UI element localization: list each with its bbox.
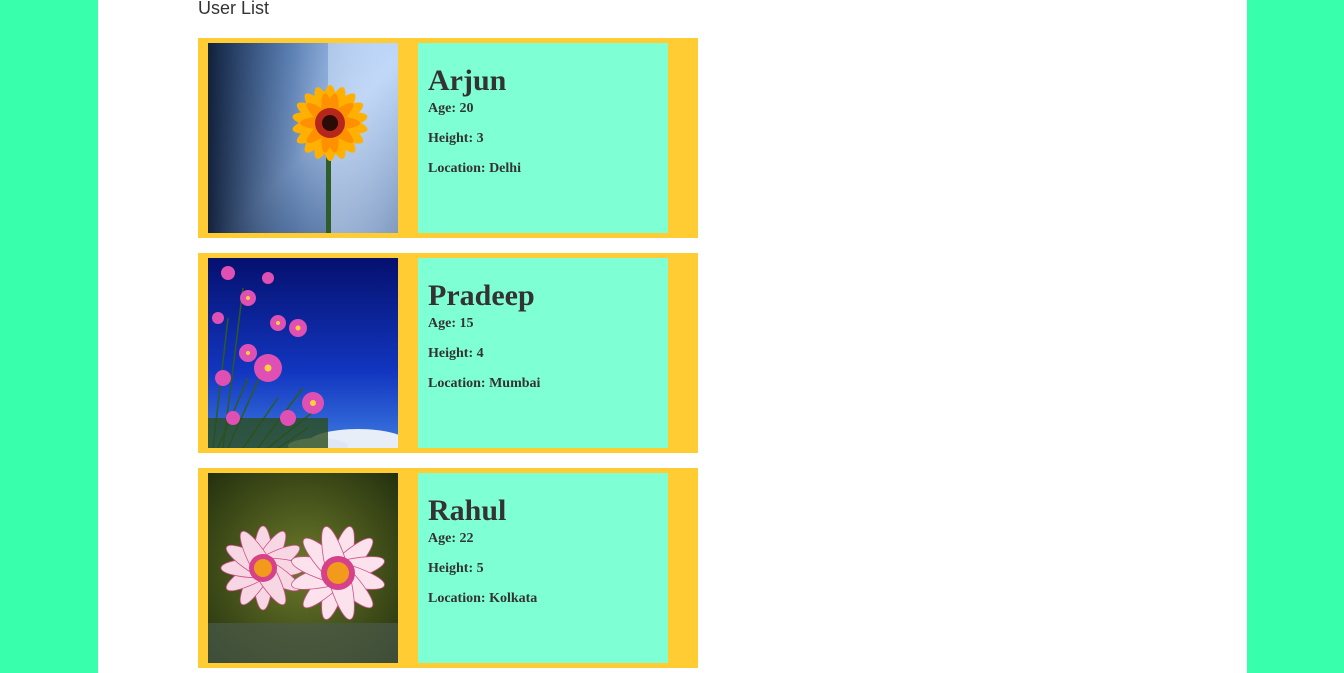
orange-gerbera-flower-icon <box>208 43 398 233</box>
user-age: Age: 20 <box>428 101 658 131</box>
height-value: 5 <box>476 561 484 576</box>
pink-cosmos-flowers-icon <box>208 258 398 448</box>
user-name: Pradeep <box>428 279 535 312</box>
age-value: 20 <box>459 101 474 116</box>
user-location: Location: Kolkata <box>428 591 658 621</box>
height-label: Height: <box>428 561 474 576</box>
location-label: Location: <box>428 591 486 606</box>
user-age: Age: 15 <box>428 316 658 346</box>
location-value: Delhi <box>489 161 521 176</box>
pink-daisy-flowers-icon <box>208 473 398 663</box>
user-info-panel: Rahul Age: 22 Height: 5 Location: Kolkat… <box>418 473 668 663</box>
user-card: Arjun Age: 20 Height: 3 Location: Delhi <box>198 38 698 238</box>
location-value: Kolkata <box>489 591 538 606</box>
user-card: Rahul Age: 22 Height: 5 Location: Kolkat… <box>198 468 698 668</box>
user-photo <box>208 258 398 448</box>
user-height: Height: 5 <box>428 561 658 591</box>
age-label: Age: <box>428 101 456 116</box>
location-label: Location: <box>428 161 486 176</box>
height-value: 3 <box>476 131 484 146</box>
user-name: Rahul <box>428 494 507 527</box>
user-name: Arjun <box>428 64 507 97</box>
user-photo <box>208 473 398 663</box>
page-container: User List Arjun Age: 20 Height: 3 Locati… <box>98 0 1247 673</box>
height-label: Height: <box>428 131 474 146</box>
user-height: Height: 3 <box>428 131 658 161</box>
user-info-panel: Pradeep Age: 15 Height: 4 Location: Mumb… <box>418 258 668 448</box>
user-card: Pradeep Age: 15 Height: 4 Location: Mumb… <box>198 253 698 453</box>
age-value: 15 <box>459 316 474 331</box>
user-age: Age: 22 <box>428 531 658 561</box>
age-label: Age: <box>428 316 456 331</box>
age-value: 22 <box>459 531 474 546</box>
height-label: Height: <box>428 346 474 361</box>
page-title: User List <box>198 0 270 18</box>
user-location: Location: Delhi <box>428 161 658 191</box>
location-value: Mumbai <box>489 376 541 391</box>
age-label: Age: <box>428 531 456 546</box>
user-height: Height: 4 <box>428 346 658 376</box>
user-photo <box>208 43 398 233</box>
location-label: Location: <box>428 376 486 391</box>
user-info-panel: Arjun Age: 20 Height: 3 Location: Delhi <box>418 43 668 233</box>
height-value: 4 <box>476 346 484 361</box>
user-location: Location: Mumbai <box>428 376 658 406</box>
